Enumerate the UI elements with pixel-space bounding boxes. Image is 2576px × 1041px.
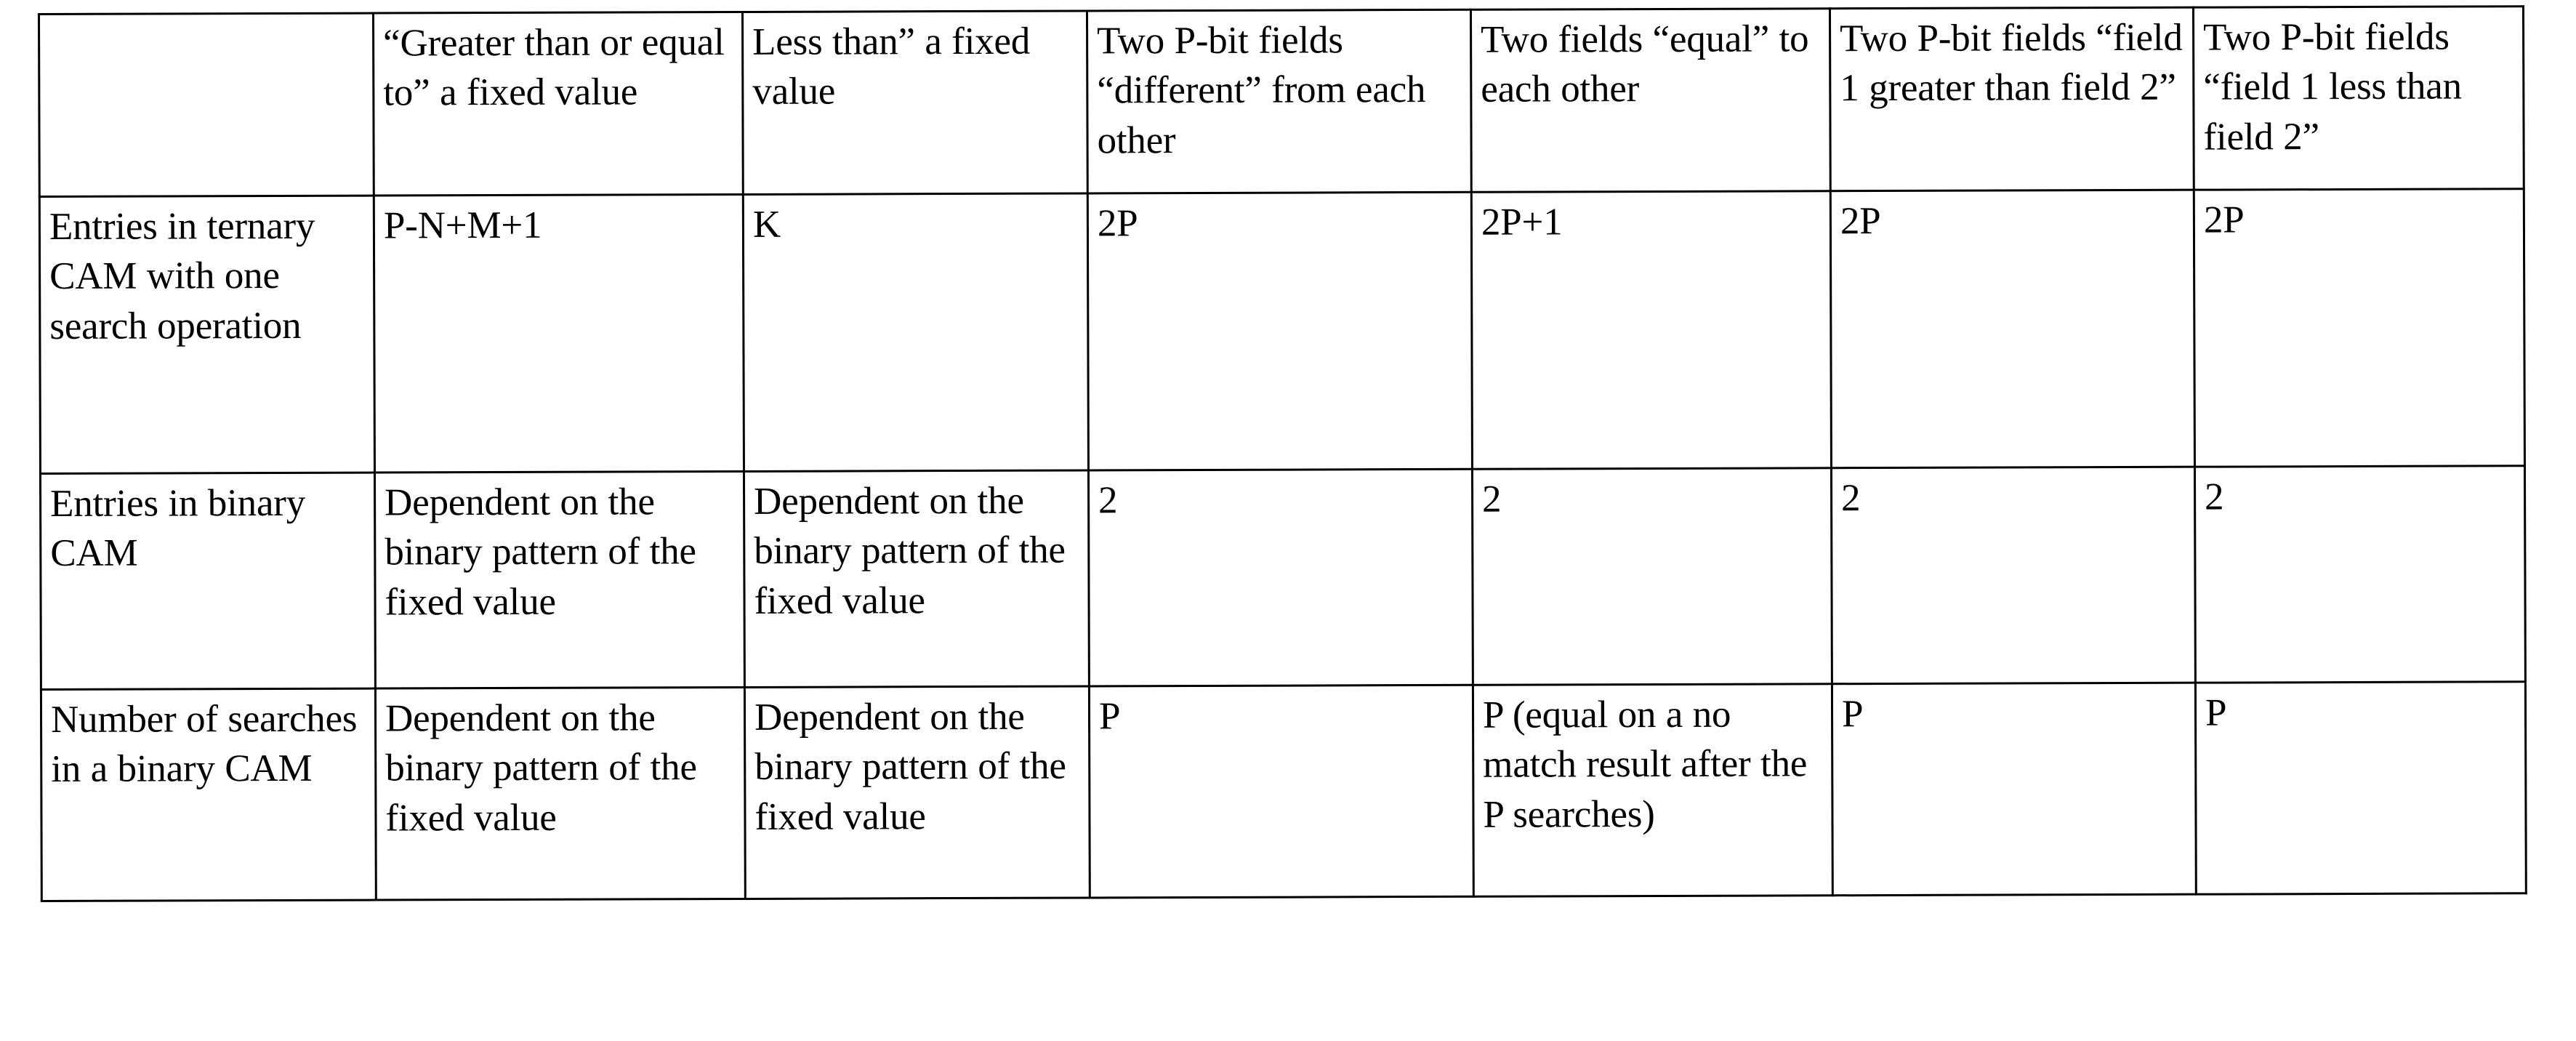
table-row: Entries in binary CAM Dependent on the b… [40, 465, 2526, 690]
cell-binary-field1-less: 2 [2194, 465, 2526, 683]
cell-value: 2P [1097, 202, 1138, 245]
header-label-field1-greater: Two P-bit fields “field 1 greater than f… [1840, 16, 2183, 110]
cam-comparison-table: “Greater than or equal to” a fixed value… [38, 5, 2527, 902]
cell-searches-lt: Dependent on the binary pattern of the f… [744, 686, 1090, 899]
table-row: Number of searches in a binary CAM Depen… [41, 681, 2527, 901]
row-label-number-of-searches: Number of searches in a binary CAM [41, 688, 377, 901]
cell-searches-gte: Dependent on the binary pattern of the f… [375, 687, 746, 901]
cell-searches-field1-greater: P [1832, 683, 2197, 896]
cell-value: P [2205, 691, 2227, 734]
cell-binary-gte: Dependent on the binary pattern of the f… [374, 471, 745, 689]
cell-ternary-gte: P-N+M+1 [374, 194, 744, 473]
cell-value: P [1841, 693, 1864, 736]
header-label-equal: Two fields “equal” to each other [1481, 17, 1809, 111]
cell-binary-lt: Dependent on the binary pattern of the f… [744, 470, 1090, 688]
cell-searches-different: P [1089, 685, 1474, 898]
cell-ternary-equal: 2P+1 [1471, 190, 1832, 470]
table-row: Entries in ternary CAM with one search o… [39, 188, 2525, 474]
cell-value: 2P [1840, 200, 1881, 243]
header-cell-greater-than-or-equal: “Greater than or equal to” a fixed value [373, 12, 744, 196]
table-wrapper: “Greater than or equal to” a fixed value… [38, 5, 2527, 902]
header-label-less-than: Less than” a fixed value [752, 20, 1031, 113]
cell-binary-field1-greater: 2 [1831, 467, 2196, 684]
cell-value: 2P+1 [1481, 201, 1563, 244]
header-cell-less-than: Less than” a fixed value [742, 10, 1088, 195]
cell-value: K [752, 203, 781, 246]
header-cell-equal: Two fields “equal” to each other [1470, 8, 1831, 193]
cell-value: 2 [1482, 478, 1502, 520]
cell-searches-field1-less: P [2195, 681, 2527, 895]
header-cell-field1-greater: Two P-bit fields “field 1 greater than f… [1830, 7, 2194, 191]
cell-value: 2 [1841, 477, 1861, 520]
header-corner-label [49, 19, 365, 20]
cell-value: P-N+M+1 [383, 204, 542, 247]
header-cell-different: Two P-bit fields “different” from each o… [1087, 9, 1472, 193]
document-page: “Greater than or equal to” a fixed value… [0, 0, 2576, 1041]
table-header-row: “Greater than or equal to” a fixed value… [39, 6, 2524, 197]
row-label-text: Entries in ternary CAM with one search o… [49, 204, 315, 347]
header-label-field1-less: Two P-bit fields “field 1 less than fiel… [2203, 15, 2462, 158]
header-label-different: Two P-bit fields “different” from each o… [1097, 19, 1426, 162]
row-label-text: Entries in binary CAM [50, 481, 306, 575]
cell-ternary-field1-less: 2P [2194, 188, 2525, 467]
row-label-text: Number of searches in a binary CAM [50, 697, 358, 791]
cell-value: Dependent on the binary pattern of the f… [385, 481, 696, 624]
cell-binary-equal: 2 [1472, 467, 1832, 686]
cell-ternary-lt: K [743, 193, 1089, 472]
cell-value: 2 [1098, 479, 1118, 522]
header-cell-corner [39, 13, 374, 197]
cell-value: P [1098, 695, 1121, 738]
cell-searches-equal: P (equal on a no match result after the … [1473, 683, 1833, 897]
header-label-greater-than-or-equal: “Greater than or equal to” a fixed value [383, 21, 725, 114]
cell-value: Dependent on the binary pattern of the f… [754, 479, 1066, 622]
cell-value: 2 [2205, 475, 2224, 518]
cell-ternary-different: 2P [1087, 192, 1473, 470]
cell-binary-different: 2 [1088, 469, 1473, 686]
cell-value: P (equal on a no match result after the … [1482, 693, 1808, 836]
header-cell-field1-less: Two P-bit fields “field 1 less than fiel… [2193, 6, 2524, 190]
row-label-ternary-cam: Entries in ternary CAM with one search o… [39, 196, 375, 474]
row-label-binary-cam: Entries in binary CAM [40, 473, 376, 690]
cell-value: Dependent on the binary pattern of the f… [385, 696, 697, 840]
cell-value: 2P [2203, 198, 2245, 241]
cell-value: Dependent on the binary pattern of the f… [754, 695, 1066, 838]
cell-ternary-field1-greater: 2P [1830, 190, 2195, 468]
